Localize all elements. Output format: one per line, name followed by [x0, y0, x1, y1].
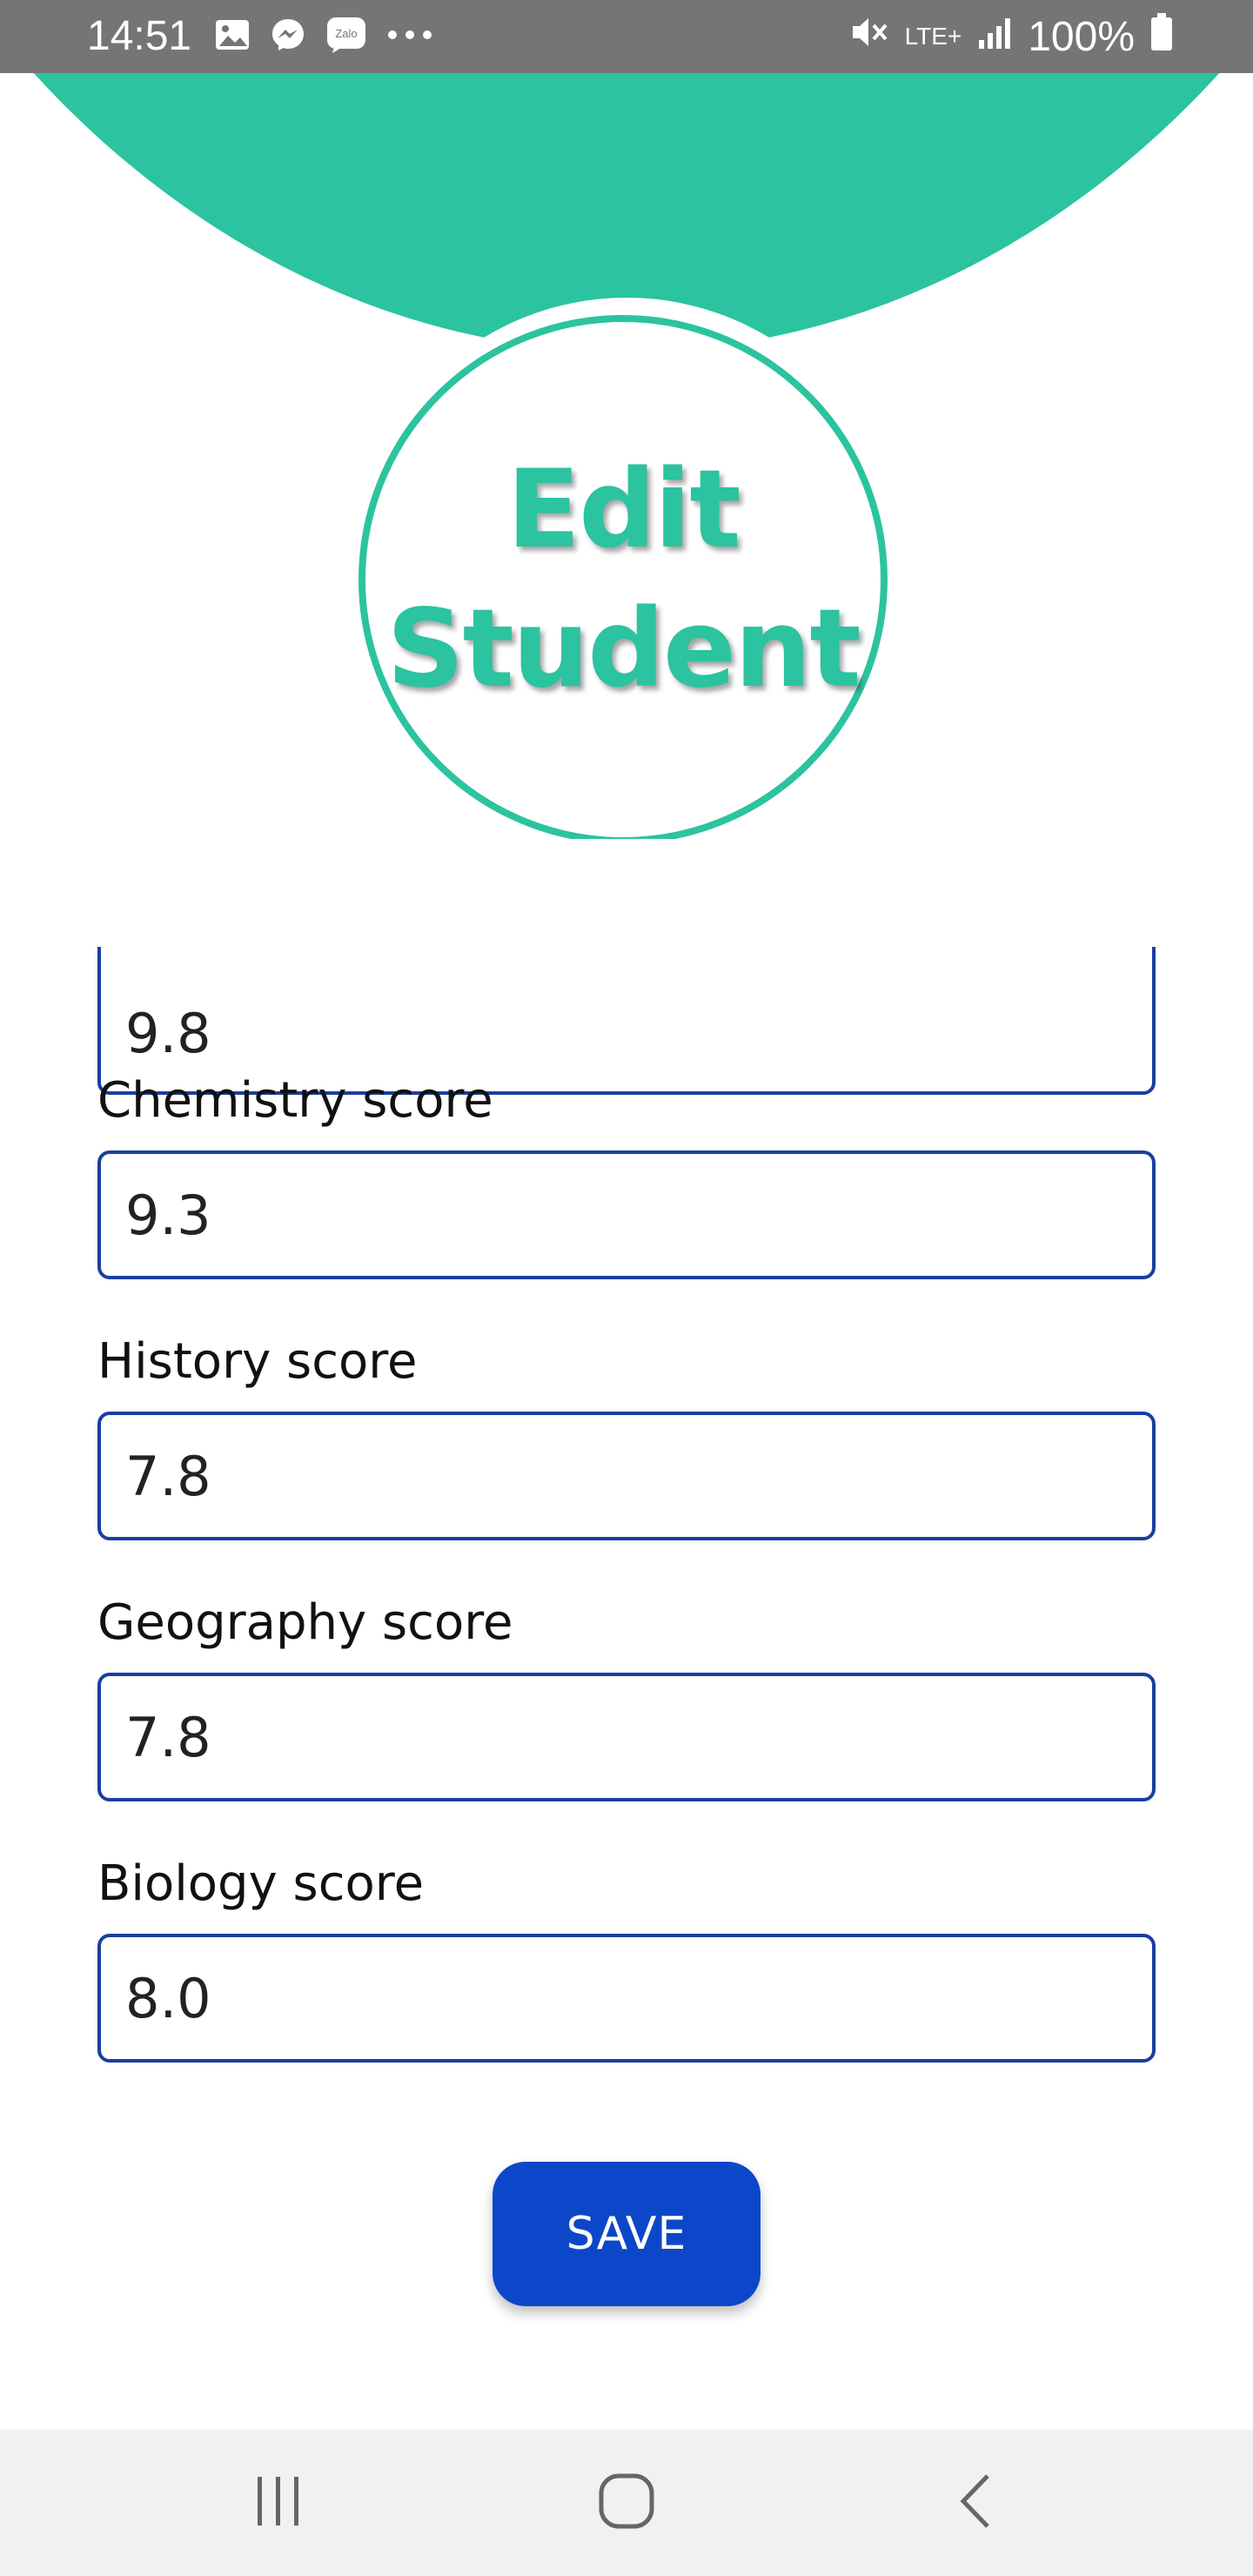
geography-score-label: Geography score: [97, 1594, 513, 1651]
home-icon: [596, 2471, 657, 2535]
image-icon: [214, 18, 251, 56]
recent-apps-icon: [252, 2473, 305, 2532]
chemistry-score-label: Chemistry score: [97, 1072, 493, 1129]
zalo-icon-label: Zalo: [335, 27, 357, 40]
messenger-icon: [270, 17, 306, 57]
zalo-icon: Zalo: [325, 16, 367, 58]
page-title-line1: Edit: [506, 447, 740, 573]
battery-icon: [1150, 12, 1173, 61]
back-icon: [953, 2471, 996, 2535]
status-time: 14:51: [87, 13, 192, 59]
history-score-label: History score: [97, 1333, 418, 1390]
more-dots-icon: [386, 29, 433, 45]
battery-percent: 100%: [1028, 13, 1135, 60]
biology-score-input[interactable]: 8.0: [97, 1934, 1156, 2063]
navigation-bar: [0, 2430, 1253, 2576]
status-bar: 14:51 Zalo LTE+ 100%: [0, 0, 1253, 73]
back-button[interactable]: [888, 2430, 1062, 2576]
header-banner: Edit Student: [0, 73, 1253, 839]
home-button[interactable]: [539, 2430, 714, 2576]
biology-score-label: Biology score: [97, 1855, 425, 1912]
chemistry-score-input[interactable]: 9.3: [97, 1150, 1156, 1279]
title-circle: Edit Student: [358, 315, 888, 839]
network-type: LTE+: [904, 23, 962, 50]
system-icons: LTE+ 100%: [849, 12, 1173, 61]
signal-icon: [977, 13, 1012, 60]
history-score-input[interactable]: 7.8: [97, 1412, 1156, 1540]
mute-icon: [849, 13, 889, 61]
geography-score-input[interactable]: 7.8: [97, 1673, 1156, 1801]
page-title-line2: Student: [386, 587, 861, 712]
notification-icons: Zalo: [214, 16, 433, 57]
save-button[interactable]: SAVE: [492, 2162, 761, 2306]
score-form[interactable]: 9.8 Chemistry score 9.3 History score 7.…: [0, 947, 1253, 2304]
recent-apps-button[interactable]: [191, 2430, 365, 2576]
